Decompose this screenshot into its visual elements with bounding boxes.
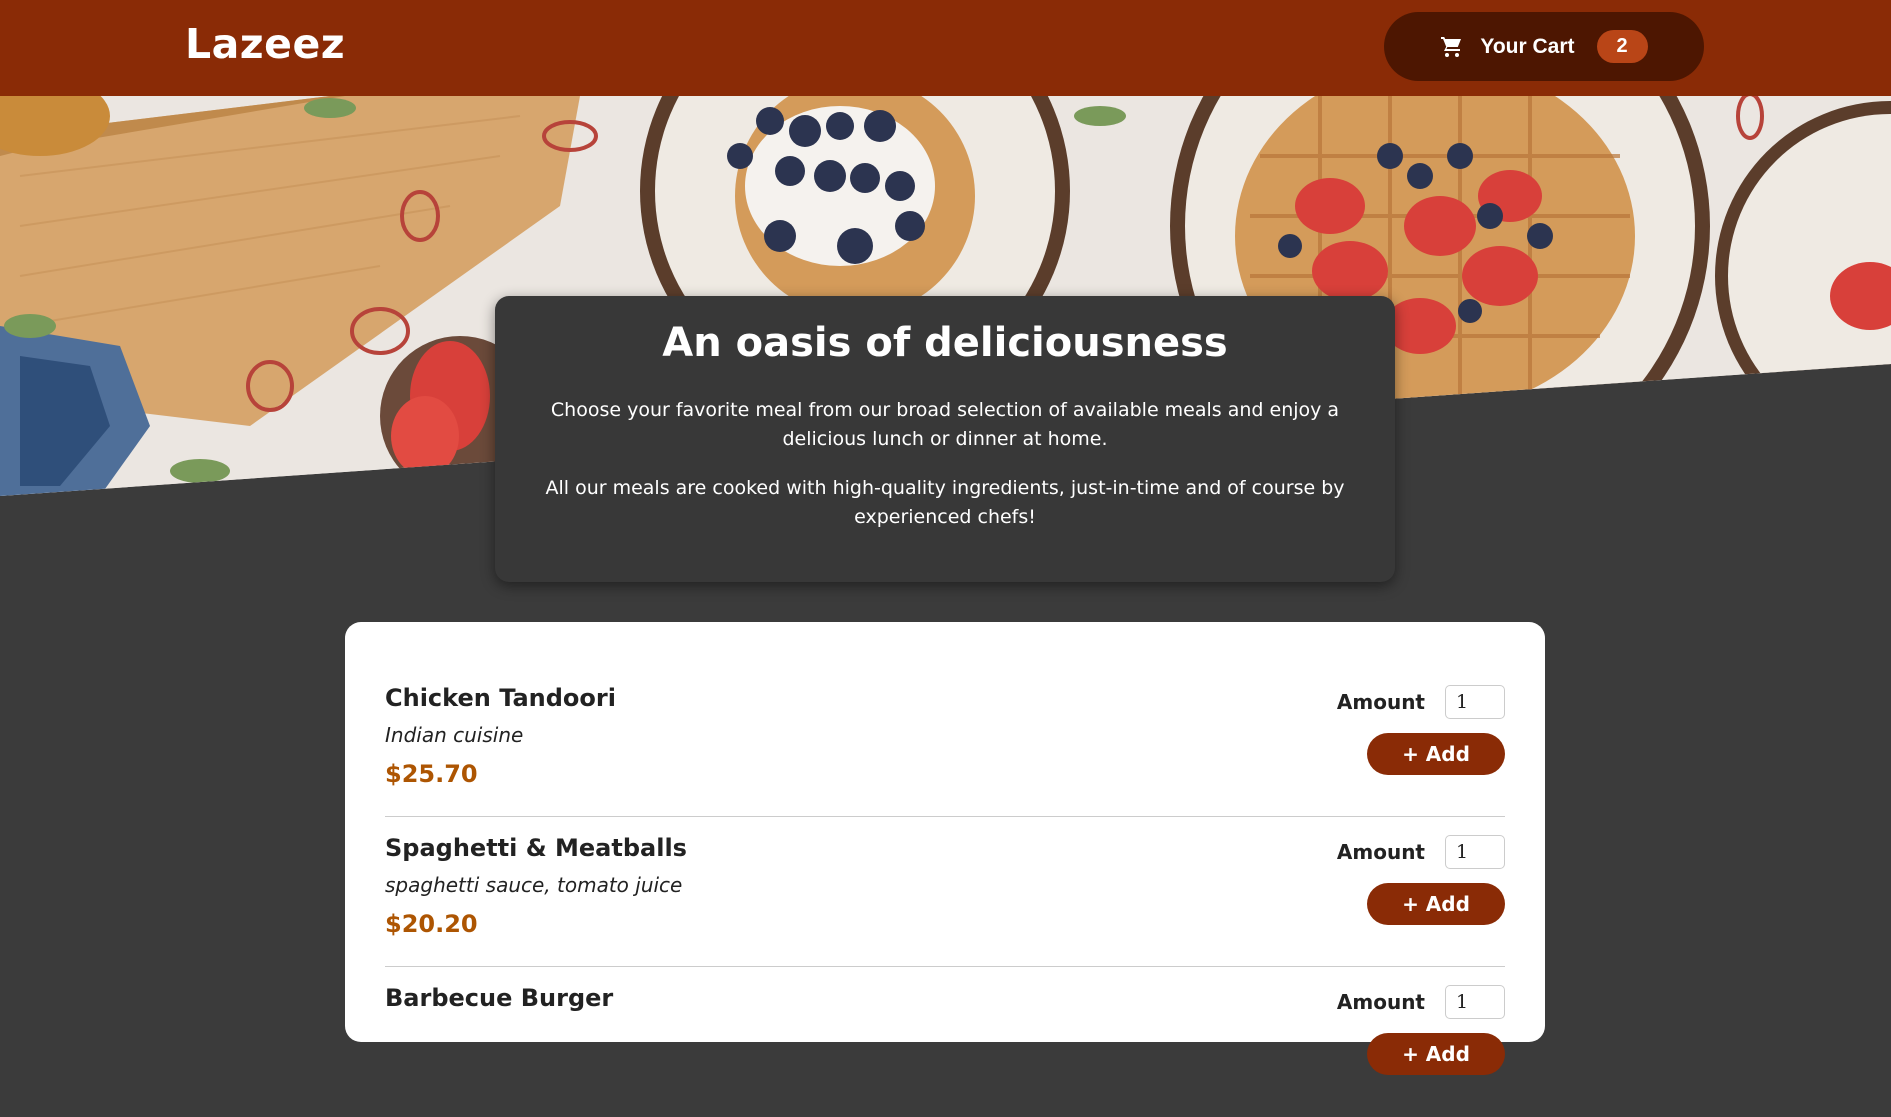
amount-label: Amount (1336, 840, 1425, 864)
meal-price: $20.20 (385, 910, 478, 938)
meals-list: Chicken Tandoori Indian cuisine $25.70 A… (345, 622, 1545, 1075)
meal-item: Spaghetti & Meatballs spaghetti sauce, t… (385, 817, 1505, 967)
amount-input[interactable] (1445, 835, 1505, 869)
meal-name: Spaghetti & Meatballs (385, 834, 687, 862)
meal-description: Indian cuisine (385, 723, 524, 747)
app-header: Lazeez Your Cart 2 (0, 0, 1891, 96)
meal-item: Chicken Tandoori Indian cuisine $25.70 A… (385, 650, 1505, 817)
amount-input[interactable] (1445, 985, 1505, 1019)
meal-description: spaghetti sauce, tomato juice (385, 873, 683, 897)
add-to-cart-button[interactable]: + Add (1367, 733, 1505, 775)
amount-label: Amount (1336, 990, 1425, 1014)
cart-count-badge: 2 (1596, 30, 1648, 63)
add-to-cart-button[interactable]: + Add (1367, 883, 1505, 925)
meal-name: Barbecue Burger (385, 984, 614, 1012)
amount-label: Amount (1336, 690, 1425, 714)
cart-button[interactable]: Your Cart 2 (1384, 12, 1704, 81)
summary-card: An oasis of deliciousness Choose your fa… (495, 296, 1395, 582)
cart-label: Your Cart (1480, 34, 1575, 58)
add-to-cart-button[interactable]: + Add (1367, 1033, 1505, 1075)
amount-input[interactable] (1445, 685, 1505, 719)
meal-price: $25.70 (385, 760, 478, 788)
shopping-cart-icon (1440, 35, 1464, 59)
summary-title: An oasis of deliciousness (662, 320, 1228, 366)
meal-item: Barbecue Burger Amount + Add (385, 967, 1505, 1117)
meal-name: Chicken Tandoori (385, 684, 616, 712)
summary-paragraph-2: All our meals are cooked with high-quali… (545, 477, 1345, 528)
summary-paragraph-1: Choose your favorite meal from our broad… (550, 399, 1340, 450)
app-logo: Lazeez (185, 20, 346, 68)
